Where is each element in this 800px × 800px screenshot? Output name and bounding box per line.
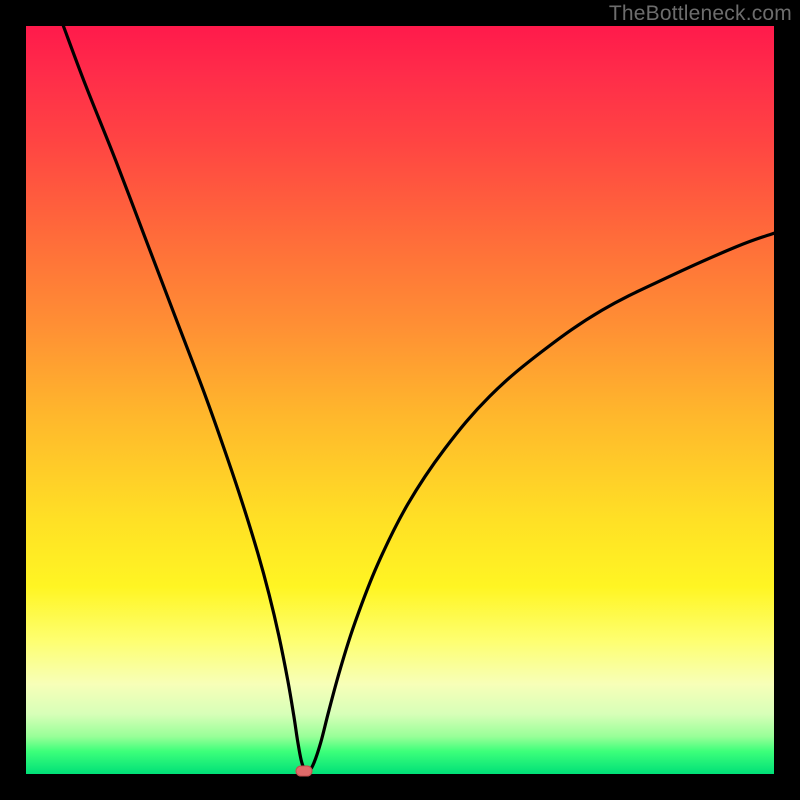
curve-path <box>63 26 774 772</box>
plot-area <box>26 26 774 774</box>
watermark-text: TheBottleneck.com <box>609 2 792 26</box>
chart-frame: TheBottleneck.com <box>0 0 800 800</box>
bottleneck-curve <box>26 26 774 774</box>
optimal-point-marker <box>296 766 313 777</box>
